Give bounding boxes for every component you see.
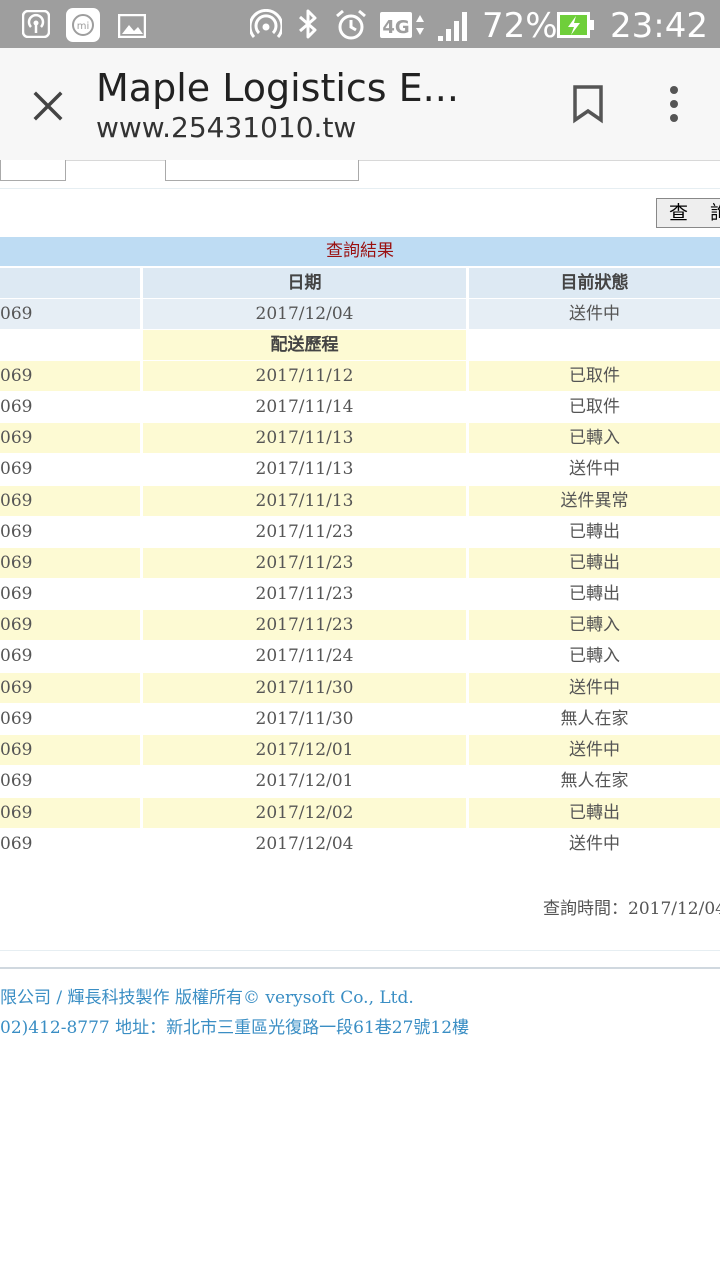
history-row-13-status: 送件中 [469, 735, 720, 765]
history-row-4-tracking: 069 [0, 454, 140, 484]
history-row-12-date: 2017/11/30 [143, 704, 466, 734]
history-row-13-date: 2017/12/01 [143, 735, 466, 765]
history-row-11-date: 2017/11/30 [143, 673, 466, 703]
history-row-10-status: 已轉入 [469, 641, 720, 671]
more-options-button[interactable] [656, 84, 692, 124]
history-row-11-status: 送件中 [469, 673, 720, 703]
history-row-3-tracking: 069 [0, 423, 140, 453]
history-row-9-tracking: 069 [0, 610, 140, 640]
bookmark-icon [573, 85, 603, 124]
history-row-16-tracking: 069 [0, 829, 140, 859]
history-row-15-status: 已轉出 [469, 798, 720, 828]
history-row-9-status: 已轉入 [469, 610, 720, 640]
history-row-10-tracking: 069 [0, 641, 140, 671]
history-row-7-date: 2017/11/23 [143, 548, 466, 578]
bookmark-button[interactable] [570, 84, 606, 124]
footer-address: 02)412-8777 地址：新北市三重區光復路一段61巷27號12樓 [0, 1018, 470, 1038]
history-row-8-date: 2017/11/23 [143, 579, 466, 609]
summary-date: 2017/12/04 [143, 299, 466, 329]
history-row-6-tracking: 069 [0, 517, 140, 547]
bluetooth-icon [296, 8, 320, 40]
clock: 23:42 [610, 6, 708, 46]
query-button[interactable]: 查 詢 [656, 198, 720, 228]
close-button[interactable] [28, 86, 68, 126]
history-row-7-status: 已轉出 [469, 548, 720, 578]
history-row-5-tracking: 069 [0, 486, 140, 516]
header-cell-1 [0, 268, 140, 298]
history-row-3-status: 已轉入 [469, 423, 720, 453]
history-row-3-date: 2017/11/13 [143, 423, 466, 453]
history-title: 配送歷程 [143, 330, 466, 360]
image-icon [118, 12, 146, 40]
history-row-4-date: 2017/11/13 [143, 454, 466, 484]
history-row-10-date: 2017/11/24 [143, 641, 466, 671]
divider [0, 188, 720, 189]
history-row-5-date: 2017/11/13 [143, 486, 466, 516]
history-row-6-status: 已轉出 [469, 517, 720, 547]
history-row-16-date: 2017/12/04 [143, 829, 466, 859]
battery-percent: 72% [482, 6, 558, 46]
history-row-12-tracking: 069 [0, 704, 140, 734]
svg-text:mi: mi [77, 21, 90, 32]
history-row-14-tracking: 069 [0, 766, 140, 796]
history-row-12-status: 無人在家 [469, 704, 720, 734]
mi-icon: mi [66, 8, 100, 42]
history-row-9-date: 2017/11/23 [143, 610, 466, 640]
alarm-icon [334, 8, 368, 42]
4g-icon: 4G [380, 10, 426, 40]
network-label: 4G [382, 17, 409, 38]
query-time: 查詢時間：2017/12/04 [543, 899, 720, 919]
history-row-14-date: 2017/12/01 [143, 766, 466, 796]
summary-tracking: 069 [0, 299, 140, 329]
history-row-6-date: 2017/11/23 [143, 517, 466, 547]
page-title: Maple Logistics E... [96, 66, 459, 110]
history-row-14-status: 無人在家 [469, 766, 720, 796]
battery-charging-icon [556, 10, 596, 40]
summary-status: 送件中 [469, 299, 720, 329]
history-row-8-tracking: 069 [0, 579, 140, 609]
history-row-8-status: 已轉出 [469, 579, 720, 609]
header-status: 目前狀態 [469, 268, 720, 298]
history-row-7-tracking: 069 [0, 548, 140, 578]
status-bar: mi 4G 72% 23:42 [0, 0, 720, 48]
search-input-right[interactable] [165, 160, 359, 181]
history-row-1-tracking: 069 [0, 361, 140, 391]
hotspot-icon [22, 10, 50, 38]
results-title: 查詢結果 [0, 237, 720, 266]
history-row-5-status: 送件異常 [469, 486, 720, 516]
history-row-1-status: 已取件 [469, 361, 720, 391]
history-row-4-status: 送件中 [469, 454, 720, 484]
footer-copyright[interactable]: 限公司 / 輝長科技製作 版權所有© verysoft Co., Ltd. [0, 983, 414, 1008]
wifi-icon [250, 9, 282, 38]
history-row-1-date: 2017/11/12 [143, 361, 466, 391]
history-row-2-status: 已取件 [469, 392, 720, 422]
header-date: 日期 [143, 268, 466, 298]
signal-icon [436, 10, 472, 42]
history-row-15-tracking: 069 [0, 798, 140, 828]
history-row-2-date: 2017/11/14 [143, 392, 466, 422]
search-input-left[interactable] [0, 160, 66, 181]
history-row-2-tracking: 069 [0, 392, 140, 422]
history-row-11-tracking: 069 [0, 673, 140, 703]
more-vertical-icon [670, 86, 678, 122]
footer-divider [0, 967, 720, 969]
history-row-15-date: 2017/12/02 [143, 798, 466, 828]
history-row-13-tracking: 069 [0, 735, 140, 765]
browser-app-bar: Maple Logistics E... www.25431010.tw [0, 48, 720, 161]
history-row-16-status: 送件中 [469, 829, 720, 859]
close-icon [33, 91, 63, 121]
footer-divider-thin [0, 950, 720, 951]
page-url[interactable]: www.25431010.tw [96, 111, 356, 144]
